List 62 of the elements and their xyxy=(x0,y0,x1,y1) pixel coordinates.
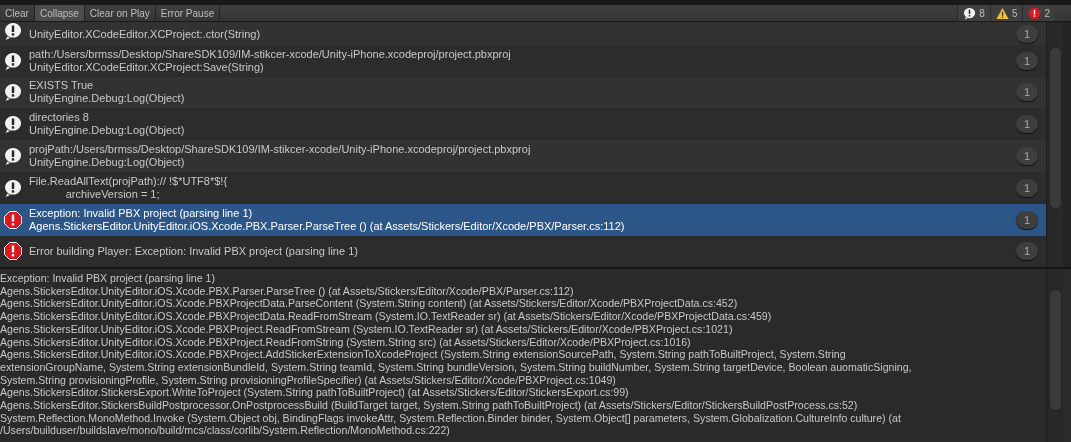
log-line: UnityEngine.Debug:Log(Object) xyxy=(29,124,186,138)
log-line: EXISTS True xyxy=(29,79,95,93)
log-entry[interactable]: EXISTS True UnityEngine.Debug:Log(Object) 1 xyxy=(0,76,1046,109)
stack-trace-line: Agens.StickersEditor.StickersBuildPostprocessor.OnPostprocessBuild (BuildTarget target, System.String pathToBuiltProject) (at Assets/Stickers/Editor/StickersBuildPostProcess.cs:52) xyxy=(0,399,859,412)
stack-trace-line: Agens.StickersEditor.UnityEditor.iOS.Xcode.PBXProject.AddStickerExtensionToXcodeProject (System.String extensionSourcePath, System.String pathToBuiltProject, System.String xyxy=(0,348,847,361)
count-badge: 1 xyxy=(1016,147,1038,166)
stack-trace-line: Agens.StickersEditor.UnityEditor.iOS.Xcode.PBX.Parser.ParseTree () (at Assets/Stickers/Editor/Xcode/PBX/Parser.cs:112) xyxy=(0,284,575,298)
toolbar-button[interactable]: Clear on Play xyxy=(84,5,156,21)
stack-trace-line: /Users/builduser/buildslave/mono/build/mcs/class/corlib/System.Reflection/MonoMethod.cs:222) xyxy=(0,424,451,438)
log-entry[interactable]: Exception: Invalid PBX project (parsing line 1) Agens.StickersEditor.UnityEditor.iOS.Xcode.PBX.Parser.ParseTree () (at Assets/Stickers/Editor/Xcode/PBX/Parser.cs:112) 1 xyxy=(0,203,1046,236)
stack-trace-line: Agens.StickersEditor.UnityEditor.iOS.Xcode.PBXProjectData.ReadFromStream (System.IO.TextReader sr) (at Assets/Stickers/Editor/Xcode/PBXProjectData.cs:459) xyxy=(0,310,773,323)
count-badge: 1 xyxy=(1016,51,1038,70)
error-icon xyxy=(3,241,23,262)
toolbar-button[interactable]: Collapse xyxy=(34,5,85,21)
scrollbar[interactable] xyxy=(1046,269,1063,442)
log-line: path:/Users/brmss/Desktop/ShareSDK109/IM-stikcer-xcode/Unity-iPhone.xcodeproj/project.pbxproj xyxy=(29,47,512,61)
scrollbar[interactable] xyxy=(1046,22,1063,267)
log-entry[interactable]: projPath:/Users/brmss/Desktop/ShareSDK109/IM-stikcer-xcode/Unity-iPhone.xcodeproj/project.pbxproj UnityEngine.Debug:Log(Object) 1 xyxy=(0,140,1046,172)
counter-toggle[interactable]: 8 xyxy=(957,5,990,21)
info-icon xyxy=(3,146,23,167)
log-line: Agens.StickersEditor.UnityEditor.iOS.Xcode.PBX.Parser.ParseTree () (at Assets/Stickers/Editor/Xcode/PBX/Parser.cs:112) xyxy=(29,219,626,233)
info-icon xyxy=(3,50,23,71)
stack-trace-line: Agens.StickersEditor.StickersExport.WriteToProject (System.String pathToBuiltProject) (at Assets/Stickers/Editor/StickersExport.cs:99) xyxy=(0,386,630,400)
log-entry[interactable]: path:/Users/brmss/Desktop/ShareSDK109/IM-stikcer-xcode/Unity-iPhone.xcodeproj/project.pbxproj UnityEditor.XCodeEditor.XCProject:Save(String) 1 xyxy=(0,44,1046,77)
count-badge: 1 xyxy=(1016,83,1038,102)
count-badge: 1 xyxy=(1016,178,1038,197)
stack-trace-line: System.Reflection.MonoMethod.Invoke (System.Object obj, BindingFlags invokeAttr, System.Reflection.Binder binder, System.Object[] parameters, System.Globalization.CultureInfo culture) (at xyxy=(0,411,902,425)
count-badge: 1 xyxy=(1016,115,1038,134)
log-entry[interactable]: UnityEditor.XCodeEditor.XCProject:.ctor(String) 1 xyxy=(0,22,1046,45)
warning-icon xyxy=(995,6,1009,20)
count-badge: 1 xyxy=(1016,210,1038,229)
toolbar-button[interactable]: Error Pause xyxy=(155,5,221,21)
stack-trace-line: Exception: Invalid PBX project (parsing line 1) xyxy=(0,272,216,285)
toolbar-button[interactable]: Clear xyxy=(0,5,35,21)
log-line: File.ReadAllText(projPath):// !$*UTF8*$!{ xyxy=(29,174,229,188)
stack-trace-line: System.String provisioningProfile, System.String provisioningProfileSpecifier) (at Assets/Stickers/Editor/Xcode/PBXProject.cs:1049) xyxy=(0,373,617,387)
counter-toggle[interactable]: 5 xyxy=(989,5,1023,21)
info-icon xyxy=(3,114,23,135)
info-icon xyxy=(3,177,23,198)
log-entry[interactable]: Error building Player: Exception: Invalid PBX project (parsing line 1) 1 xyxy=(0,235,1046,267)
stack-trace-line: Agens.StickersEditor.UnityEditor.iOS.Xcode.PBXProjectData.ParseContent (System.String content) (at Assets/Stickers/Editor/Xcode/PBXProjectData.cs:452) xyxy=(0,297,739,311)
log-line: UnityEngine.Debug:Log(Object) xyxy=(29,156,186,170)
info-icon xyxy=(963,6,977,20)
log-line: Exception: Invalid PBX project (parsing line 1) xyxy=(29,206,254,220)
error-icon xyxy=(3,209,23,230)
log-entry[interactable]: directories 8 UnityEngine.Debug:Log(Object) 1 xyxy=(0,108,1046,141)
counter-toggle[interactable]: 2 xyxy=(1022,5,1055,21)
stack-trace-line: Agens.StickersEditor.UnityEditor.iOS.Xcode.PBXProject.ReadFromString (System.String src) (at Assets/Stickers/Editor/Xcode/PBXProject.cs:1016) xyxy=(0,335,692,349)
count-badge: 1 xyxy=(1016,24,1038,43)
log-line: UnityEngine.Debug:Log(Object) xyxy=(29,92,186,106)
info-icon xyxy=(3,82,23,103)
count-badge: 1 xyxy=(1016,242,1038,261)
log-line: UnityEditor.XCodeEditor.XCProject:Save(String) xyxy=(29,60,265,74)
error-icon xyxy=(1028,6,1042,20)
log-line: archiveVersion = 1; xyxy=(64,187,161,201)
log-line: Error building Player: Exception: Invalid PBX project (parsing line 1) xyxy=(29,244,359,258)
stack-trace-line: Agens.StickersEditor.UnityEditor.iOS.Xcode.PBXProject.ReadFromStream (System.IO.TextReader sr) (at Assets/Stickers/Editor/Xcode/PBXProject.cs:1021) xyxy=(0,322,734,336)
log-entry[interactable]: File.ReadAllText(projPath):// !$*UTF8*$!{ archiveVersion = 1; 1 xyxy=(0,172,1046,204)
log-line: directories 8 xyxy=(29,111,90,125)
stack-trace-line: extensionGroupName, System.String extensionBundleId, System.String teamId, System.String bundleVersion, System.String buildNumber, System.String targetDevice, Boolean auomaticSigning, xyxy=(0,360,913,374)
log-line: UnityEditor.XCodeEditor.XCProject:.ctor(String) xyxy=(29,27,262,41)
log-line: projPath:/Users/brmss/Desktop/ShareSDK109/IM-stikcer-xcode/Unity-iPhone.xcodeproj/project.pbxproj xyxy=(29,143,532,157)
